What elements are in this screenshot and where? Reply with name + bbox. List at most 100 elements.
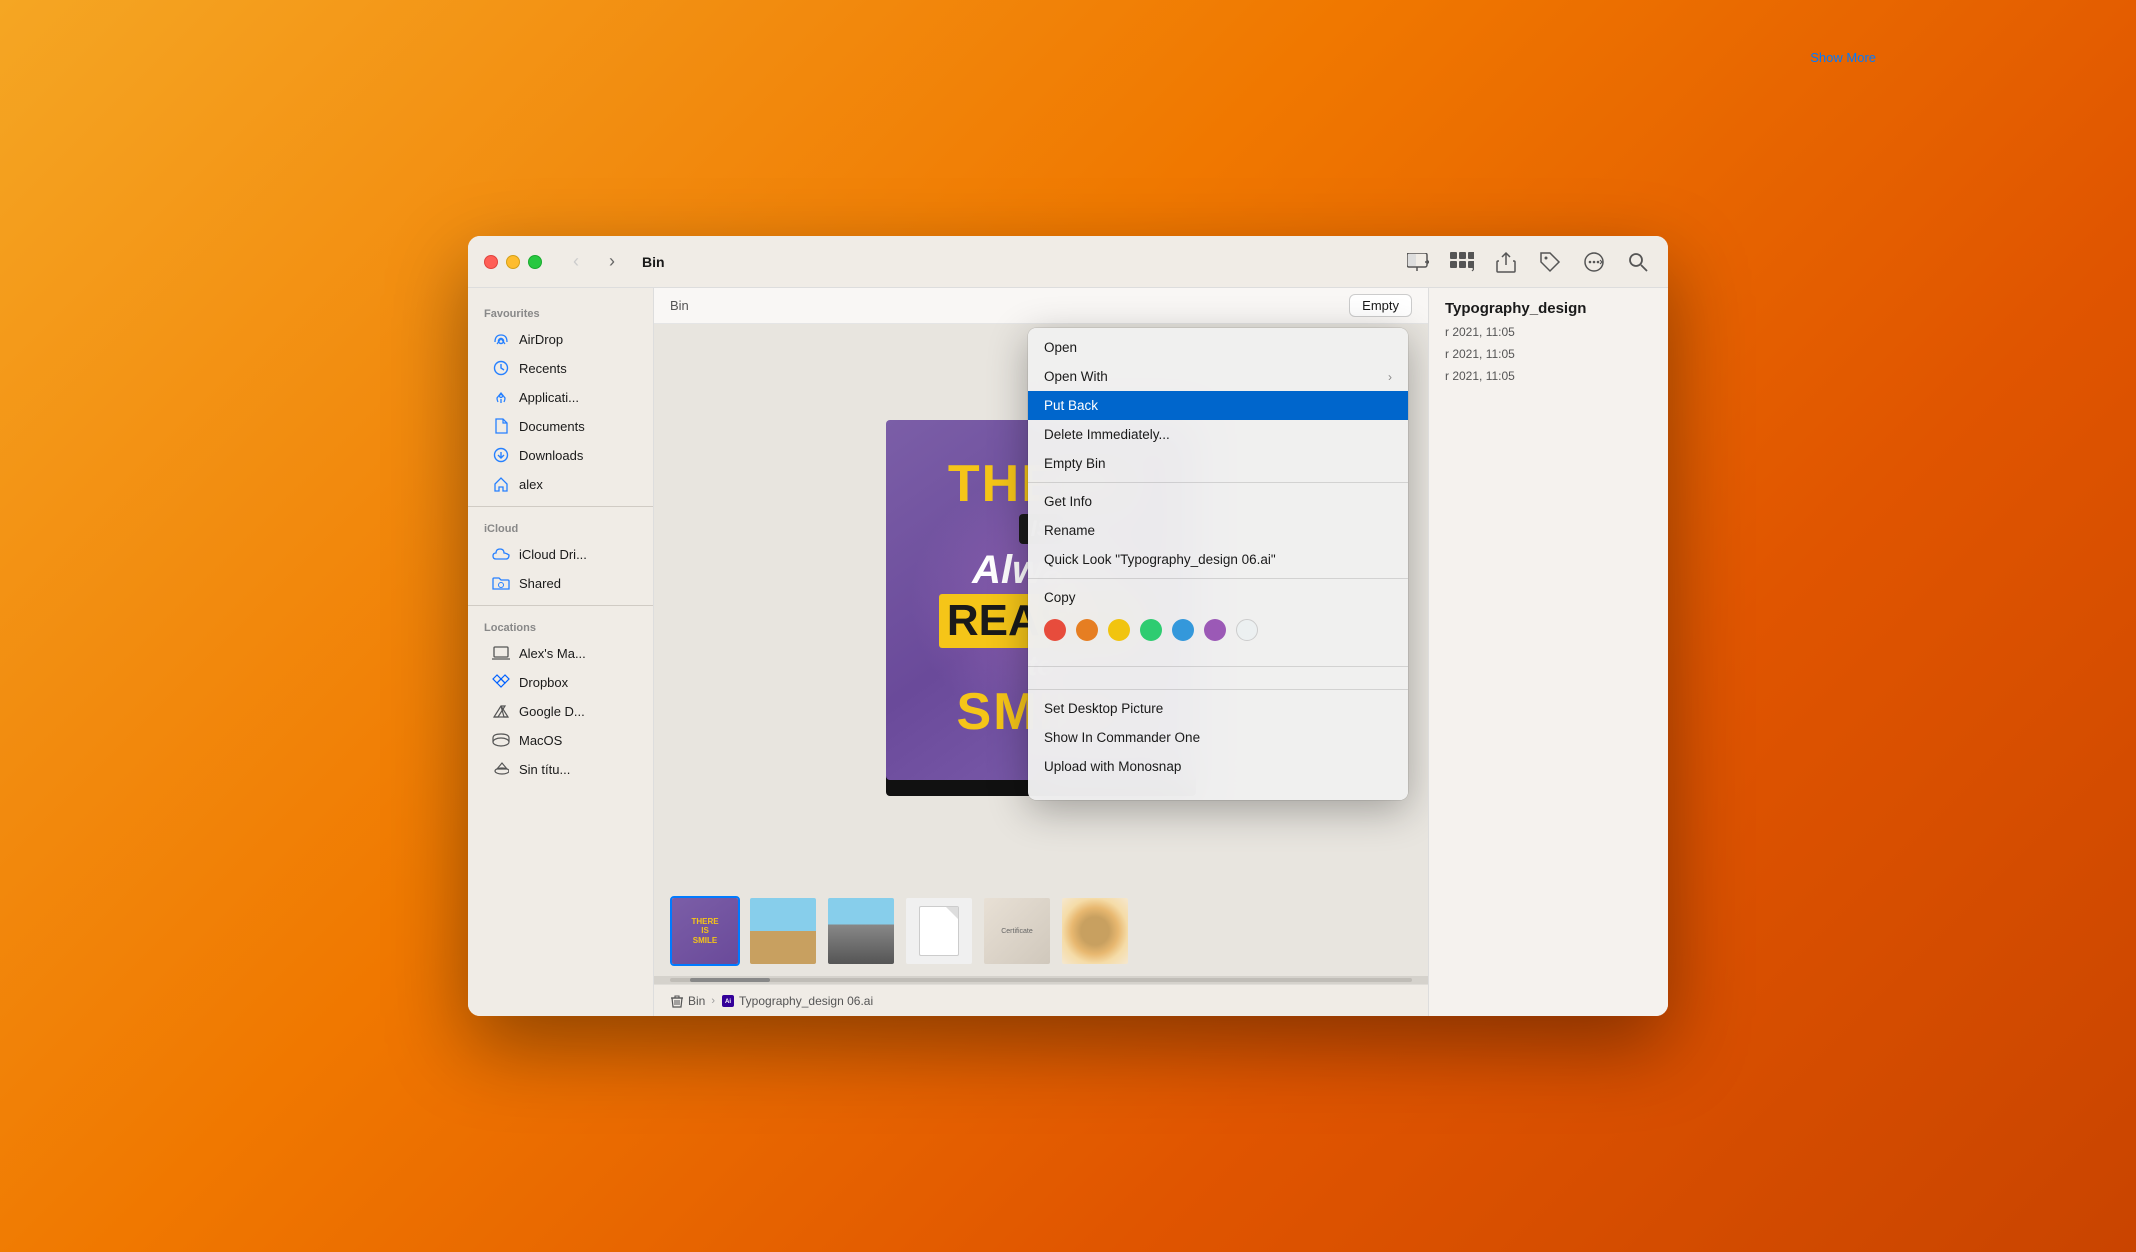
tag-purple[interactable] bbox=[1204, 619, 1226, 641]
panel-date-2: r 2021, 11:05 bbox=[1429, 343, 1668, 365]
download-icon bbox=[492, 446, 510, 464]
window-title: Bin bbox=[642, 254, 665, 270]
thumb-4[interactable] bbox=[904, 896, 974, 966]
tag-icon[interactable] bbox=[1536, 248, 1564, 276]
tag-green[interactable] bbox=[1140, 619, 1162, 641]
more-options-icon[interactable] bbox=[1580, 248, 1608, 276]
sidebar-item-dropbox[interactable]: Dropbox bbox=[476, 668, 645, 696]
traffic-lights bbox=[484, 255, 542, 269]
cm-sep-1 bbox=[1028, 482, 1408, 483]
scrollbar-area bbox=[654, 976, 1428, 984]
sidebar-item-alexs-mac[interactable]: Alex's Ma... bbox=[476, 639, 645, 667]
sidebar-dropbox-label: Dropbox bbox=[519, 675, 568, 690]
cm-copy[interactable]: Copy bbox=[1028, 583, 1408, 612]
cm-upload-monosnap[interactable] bbox=[1028, 781, 1408, 795]
sidebar-documents-label: Documents bbox=[519, 419, 585, 434]
cm-quick-look[interactable]: Quick Look "Typography_design 06.ai" bbox=[1028, 545, 1408, 574]
panel-date-1: r 2021, 11:05 bbox=[1429, 321, 1668, 343]
sidebar-downloads-label: Downloads bbox=[519, 448, 583, 463]
cm-delete-immediately[interactable]: Delete Immediately... bbox=[1028, 420, 1408, 449]
thumb-2[interactable] bbox=[748, 896, 818, 966]
forward-button[interactable]: › bbox=[598, 248, 626, 276]
thumb-6[interactable] bbox=[1060, 896, 1130, 966]
thumb-1[interactable]: THEREISSMILE bbox=[670, 896, 740, 966]
sidebar-google-label: Google D... bbox=[519, 704, 585, 719]
scrollbar-track bbox=[670, 978, 1412, 982]
sidebar-item-airdrop[interactable]: AirDrop bbox=[476, 325, 645, 353]
cm-sep-3 bbox=[1028, 666, 1408, 667]
locations-label: Locations bbox=[468, 614, 653, 638]
svg-text:Ai: Ai bbox=[725, 999, 731, 1005]
search-icon[interactable] bbox=[1624, 248, 1652, 276]
open-with-chevron-icon: › bbox=[1388, 370, 1392, 384]
cm-open-with[interactable]: Open With › bbox=[1028, 362, 1408, 391]
cm-get-info[interactable]: Get Info bbox=[1028, 487, 1408, 516]
sidebar-item-google-drive[interactable]: Google D... bbox=[476, 697, 645, 725]
tag-none[interactable] bbox=[1236, 619, 1258, 641]
back-button[interactable]: ‹ bbox=[562, 248, 590, 276]
cm-sep-4 bbox=[1028, 689, 1408, 690]
right-panel: Typography_design Show More r 2021, 11:0… bbox=[1428, 288, 1668, 1016]
path-bin: Bin bbox=[670, 994, 705, 1008]
sidebar-macos-label: MacOS bbox=[519, 733, 562, 748]
favourites-label: Favourites bbox=[468, 300, 653, 324]
cm-open-monosnap[interactable]: Set Desktop Picture bbox=[1028, 694, 1408, 723]
cm-open[interactable]: Open bbox=[1028, 333, 1408, 362]
sidebar-item-shared[interactable]: Shared bbox=[476, 569, 645, 597]
cm-put-back[interactable]: Put Back bbox=[1028, 391, 1408, 420]
main-area: Favourites AirDrop bbox=[468, 288, 1668, 1016]
sidebar-item-sin-titulo[interactable]: Sin títu... bbox=[476, 755, 645, 783]
sidebar-item-documents[interactable]: Documents bbox=[476, 412, 645, 440]
breadcrumb-text: Bin bbox=[670, 298, 689, 313]
tag-blue[interactable] bbox=[1172, 619, 1194, 641]
sidebar: Favourites AirDrop bbox=[468, 288, 654, 1016]
airdrop-icon bbox=[492, 330, 510, 348]
sidebar-item-recents[interactable]: Recents bbox=[476, 354, 645, 382]
sidebar-alex-label: alex bbox=[519, 477, 543, 492]
tag-red[interactable] bbox=[1044, 619, 1066, 641]
context-menu: Open Open With › Put Back Delete Immedia… bbox=[1028, 328, 1408, 800]
cloud-icon bbox=[492, 545, 510, 563]
cm-set-desktop[interactable]: Show In Commander One bbox=[1028, 723, 1408, 752]
grid-view-icon[interactable] bbox=[1448, 248, 1476, 276]
panel-date-3: r 2021, 11:05 bbox=[1429, 365, 1668, 387]
cm-tags[interactable] bbox=[1028, 648, 1408, 662]
cm-empty-bin[interactable]: Empty Bin bbox=[1028, 449, 1408, 478]
sidebar-item-applications[interactable]: Applicati... bbox=[476, 383, 645, 411]
rocket-icon bbox=[492, 388, 510, 406]
tag-orange[interactable] bbox=[1076, 619, 1098, 641]
tag-yellow[interactable] bbox=[1108, 619, 1130, 641]
cm-show-commander[interactable]: Upload with Monosnap bbox=[1028, 752, 1408, 781]
dropbox-icon bbox=[492, 673, 510, 691]
sidebar-item-icloud[interactable]: iCloud Dri... bbox=[476, 540, 645, 568]
share-icon[interactable] bbox=[1492, 248, 1520, 276]
scrollbar-thumb[interactable] bbox=[690, 978, 770, 982]
minimize-button[interactable] bbox=[506, 255, 520, 269]
sidebar-divider-1 bbox=[468, 506, 653, 507]
sidebar-airdrop-label: AirDrop bbox=[519, 332, 563, 347]
sidebar-item-alex[interactable]: alex bbox=[476, 470, 645, 498]
sidebar-applications-label: Applicati... bbox=[519, 390, 579, 405]
sidebar-divider-2 bbox=[468, 605, 653, 606]
ai-file-icon: Ai bbox=[721, 994, 735, 1008]
google-drive-icon bbox=[492, 702, 510, 720]
sidebar-sin-titulo-label: Sin títu... bbox=[519, 762, 570, 777]
view-options-icon[interactable] bbox=[1404, 248, 1432, 276]
thumbnail-strip: THEREISSMILE Certificate bbox=[654, 886, 1428, 976]
maximize-button[interactable] bbox=[528, 255, 542, 269]
breadcrumb-bar: Bin Empty bbox=[654, 288, 1428, 324]
bin-icon bbox=[670, 994, 684, 1008]
close-button[interactable] bbox=[484, 255, 498, 269]
sidebar-item-macos[interactable]: MacOS bbox=[476, 726, 645, 754]
thumb-5[interactable]: Certificate bbox=[982, 896, 1052, 966]
titlebar: ‹ › Bin bbox=[468, 236, 1668, 288]
cm-rename[interactable]: Rename bbox=[1028, 516, 1408, 545]
empty-button[interactable]: Empty bbox=[1349, 294, 1412, 317]
sidebar-item-downloads[interactable]: Downloads bbox=[476, 441, 645, 469]
panel-title: Typography_design bbox=[1429, 288, 1668, 321]
cm-sep-2 bbox=[1028, 578, 1408, 579]
doc-icon bbox=[492, 417, 510, 435]
thumb-3[interactable] bbox=[826, 896, 896, 966]
cm-show-preview[interactable] bbox=[1028, 671, 1408, 685]
sidebar-recents-label: Recents bbox=[519, 361, 567, 376]
